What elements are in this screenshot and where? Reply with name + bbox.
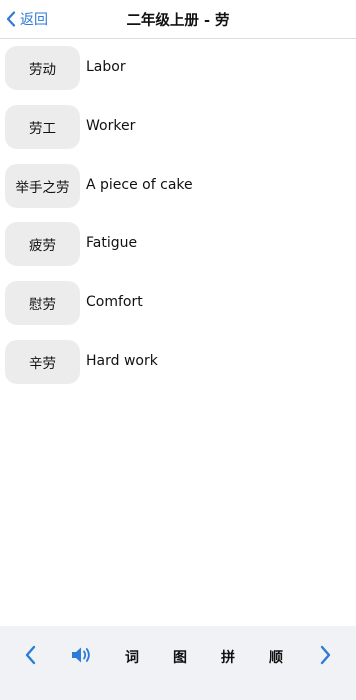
screen: 返回 二年级上册 - 劳 劳动 Labor 劳工 Worker 举手之劳 A p… xyxy=(0,0,356,700)
list-item: 辛劳 Hard work xyxy=(0,333,356,392)
word-meaning: Fatigue xyxy=(86,235,138,252)
word-chip[interactable]: 疲劳 xyxy=(5,222,80,267)
word-chip[interactable]: 劳工 xyxy=(5,104,80,149)
page-title: 二年级上册 - 劳 xyxy=(126,13,230,29)
word-meaning: A piece of cake xyxy=(86,176,193,193)
nav-header: 返回 二年级上册 - 劳 xyxy=(0,0,356,39)
word-chip[interactable]: 慰劳 xyxy=(5,281,80,326)
prev-button[interactable] xyxy=(18,644,42,670)
list-item: 疲劳 Fatigue xyxy=(0,215,356,274)
list-item: 劳工 Worker xyxy=(0,98,356,157)
word-meaning: Hard work xyxy=(86,352,158,369)
word-chip[interactable]: 举手之劳 xyxy=(5,163,80,208)
word-meaning: Comfort xyxy=(86,294,143,311)
words-button-label: 词 xyxy=(125,650,139,666)
words-button[interactable]: 词 xyxy=(118,644,146,670)
picture-button-label: 图 xyxy=(173,650,187,666)
chevron-left-icon xyxy=(24,645,36,669)
word-list: 劳动 Labor 劳工 Worker 举手之劳 A piece of cake … xyxy=(0,39,356,392)
chevron-right-icon xyxy=(320,645,332,669)
stroke-order-button-label: 顺 xyxy=(269,650,283,666)
picture-button[interactable]: 图 xyxy=(166,644,194,670)
audio-button[interactable] xyxy=(68,644,96,670)
pinyin-button[interactable]: 拼 xyxy=(214,644,242,670)
list-item: 劳动 Labor xyxy=(0,39,356,98)
pinyin-button-label: 拼 xyxy=(221,650,235,666)
bottom-toolbar: 词 图 拼 顺 xyxy=(0,626,356,700)
list-item: 慰劳 Comfort xyxy=(0,274,356,333)
word-meaning: Worker xyxy=(86,117,136,134)
speaker-icon xyxy=(70,645,94,669)
word-chip[interactable]: 辛劳 xyxy=(5,339,80,384)
list-item: 举手之劳 A piece of cake xyxy=(0,157,356,216)
word-chip[interactable]: 劳动 xyxy=(5,46,80,90)
word-meaning: Labor xyxy=(86,59,126,75)
next-button[interactable] xyxy=(314,644,338,670)
stroke-order-button[interactable]: 顺 xyxy=(262,644,290,670)
